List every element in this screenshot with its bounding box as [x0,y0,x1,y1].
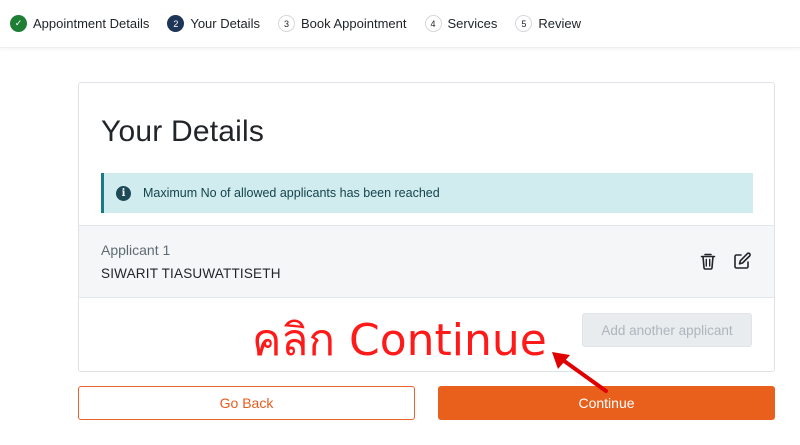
applicant-row: Applicant 1 SIWARIT TIASUWATTISETH [79,225,774,298]
step-number: 5 [515,15,533,32]
step-your-details[interactable]: 2 Your Details [167,15,260,32]
max-applicants-alert: i Maximum No of allowed applicants has b… [101,173,753,213]
step-appointment-details[interactable]: ✓ Appointment Details [10,15,149,32]
step-label: Book Appointment [300,16,407,31]
applicant-label: Applicant 1 [101,242,171,258]
step-number: 4 [424,15,442,32]
step-services[interactable]: 4 Services [424,15,498,32]
step-label: Services [447,16,498,31]
progress-stepper: ✓ Appointment Details 2 Your Details 3 B… [0,0,800,48]
alert-text: Maximum No of allowed applicants has bee… [143,186,440,200]
trash-icon[interactable] [698,251,718,271]
step-book-appointment[interactable]: 3 Book Appointment [277,15,407,32]
applicant-name: SIWARIT TIASUWATTISETH [101,266,281,281]
page-title: Your Details [101,115,265,148]
edit-icon[interactable] [732,251,752,271]
step-label: Review [538,16,581,31]
go-back-button[interactable]: Go Back [78,386,415,420]
step-label: Appointment Details [33,16,150,31]
check-icon: ✓ [10,15,27,32]
info-icon: i [116,185,131,201]
annotation-text: คลิก Continue [252,315,547,366]
step-review[interactable]: 5 Review [515,15,581,32]
step-label: Your Details [190,16,260,31]
step-number: 3 [277,15,295,32]
annotation-arrow-icon [552,352,608,393]
step-number: 2 [167,15,185,32]
add-applicant-button[interactable]: Add another applicant [582,313,752,347]
